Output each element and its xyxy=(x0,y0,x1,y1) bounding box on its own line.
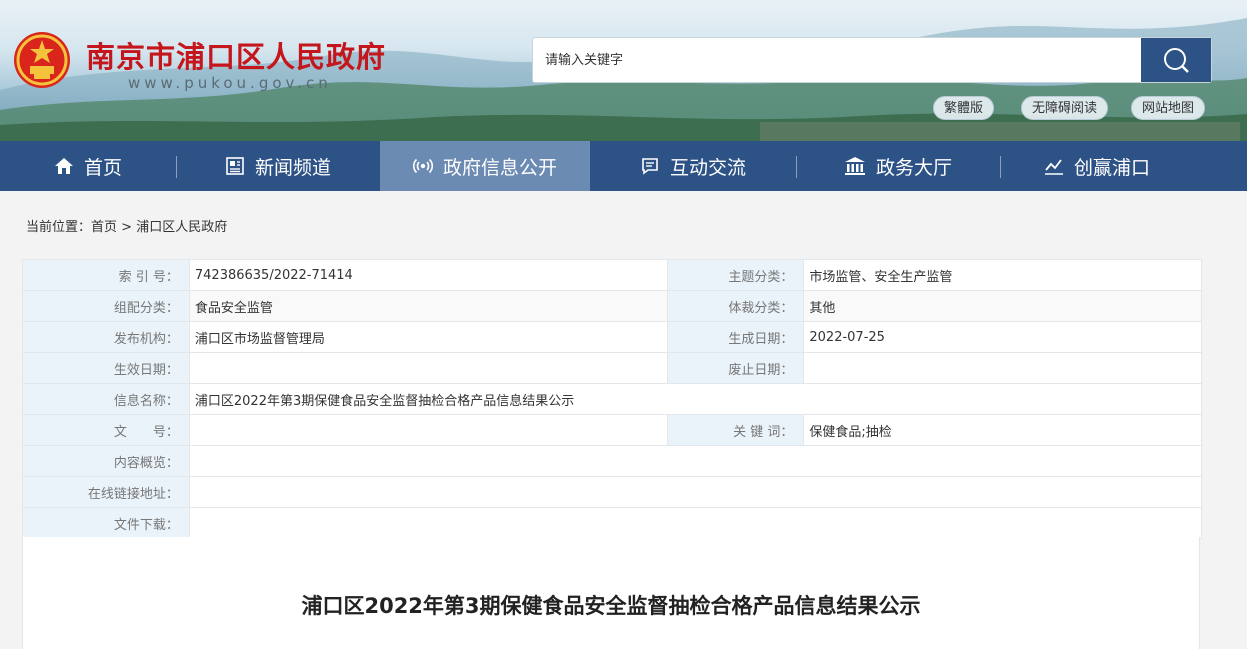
created-date-label: 生成日期： xyxy=(667,321,805,353)
nav-item-gov-info[interactable]: 政府信息公开 xyxy=(380,141,590,191)
index-label: 索 引 号： xyxy=(22,259,190,291)
nav-item-label: 互动交流 xyxy=(669,156,746,179)
nav-divider xyxy=(796,156,797,178)
search-icon xyxy=(1164,48,1189,73)
nav-item-label: 首页 xyxy=(83,156,122,179)
online-link-label: 在线链接地址： xyxy=(22,476,190,508)
info-name-value: 浦口区2022年第3期保健食品安全监督抽检合格产品信息结果公示 xyxy=(188,383,1203,415)
expire-date-label: 废止日期： xyxy=(667,352,805,384)
home-icon xyxy=(54,156,74,176)
article-content: 浦口区2022年第3期保健食品安全监督抽检合格产品信息结果公示 xyxy=(22,537,1200,649)
nav-item-interaction[interactable]: 互动交流 xyxy=(590,141,796,191)
genre-label: 体裁分类： xyxy=(667,290,805,322)
summary-value xyxy=(188,445,1203,477)
search-box xyxy=(532,37,1212,83)
site-title: 南京市浦口区人民政府 xyxy=(86,40,387,74)
traditional-chinese-link[interactable]: 繁體版 xyxy=(933,96,995,120)
nav-item-label: 新闻频道 xyxy=(254,156,331,179)
file-download-label: 文件下载： xyxy=(22,507,190,539)
table-row: 内容概览： xyxy=(22,445,1203,477)
main-nav: 首页 新闻频道 政府信息公开 互动交流 政务大厅 创赢浦口 xyxy=(0,141,1247,191)
breadcrumb-current-link[interactable]: 浦口区人民政府 xyxy=(136,220,227,235)
publisher-label: 发布机构： xyxy=(22,321,190,353)
sitemap-link[interactable]: 网站地图 xyxy=(1131,96,1206,120)
article-title: 浦口区2022年第3期保健食品安全监督抽检合格产品信息结果公示 xyxy=(301,594,921,618)
nav-item-service-hall[interactable]: 政务大厅 xyxy=(796,141,1000,191)
doc-number-label: 文 号： xyxy=(22,414,190,446)
table-row: 组配分类： 食品安全监管 体裁分类： 其他 xyxy=(22,290,1202,322)
national-emblem-icon xyxy=(14,32,70,88)
effective-date-value xyxy=(188,352,669,384)
nav-item-home[interactable]: 首页 xyxy=(0,141,176,191)
topic-label: 主题分类： xyxy=(667,259,805,291)
newspaper-icon xyxy=(225,156,245,176)
table-row: 信息名称： 浦口区2022年第3期保健食品安全监督抽检合格产品信息结果公示 xyxy=(22,383,1203,415)
keywords-label: 关 键 词： xyxy=(667,414,805,446)
nav-divider xyxy=(176,156,177,178)
search-input[interactable] xyxy=(533,38,1141,82)
online-link-value[interactable] xyxy=(188,476,1203,508)
breadcrumb-separator: > xyxy=(121,220,133,235)
file-download-value[interactable] xyxy=(188,507,1203,539)
nav-item-label: 政府信息公开 xyxy=(442,156,557,179)
chart-icon xyxy=(1044,156,1064,176)
breadcrumb-prefix: 当前位置： xyxy=(26,220,92,235)
table-row: 文件下载： xyxy=(22,507,1203,539)
breadcrumb-home-link[interactable]: 首页 xyxy=(91,220,117,235)
topic-value: 市场监管、安全生产监管 xyxy=(803,259,1202,291)
header-banner: 南京市浦口区人民政府 www.pukou.gov.cn 繁體版 无障碍阅读 网站… xyxy=(0,0,1247,141)
chat-icon xyxy=(640,156,660,176)
genre-value: 其他 xyxy=(803,290,1202,322)
info-name-label: 信息名称： xyxy=(22,383,190,415)
table-row: 文 号： 关 键 词： 保健食品;抽检 xyxy=(22,414,1202,446)
site-url: www.pukou.gov.cn xyxy=(128,74,332,92)
table-row: 发布机构： 浦口区市场监督管理局 生成日期： 2022-07-25 xyxy=(22,321,1202,353)
nav-item-pukou[interactable]: 创赢浦口 xyxy=(1000,141,1247,191)
nav-divider xyxy=(1000,156,1001,178)
nav-item-label: 创赢浦口 xyxy=(1074,156,1151,179)
search-button[interactable] xyxy=(1141,38,1211,82)
breadcrumb: 当前位置：首页 > 浦口区人民政府 xyxy=(26,216,227,235)
summary-label: 内容概览： xyxy=(22,445,190,477)
nav-item-label: 政务大厅 xyxy=(875,156,952,179)
index-value: 742386635/2022-71414 xyxy=(188,259,669,291)
effective-date-label: 生效日期： xyxy=(22,352,190,384)
accessibility-link[interactable]: 无障碍阅读 xyxy=(1021,96,1109,120)
building-icon xyxy=(844,156,866,176)
created-date-value: 2022-07-25 xyxy=(803,321,1202,353)
keywords-value: 保健食品;抽检 xyxy=(803,414,1202,446)
broadcast-icon xyxy=(412,156,433,176)
document-info-table: 索 引 号： 742386635/2022-71414 主题分类： 市场监管、安… xyxy=(22,259,1203,539)
category-label: 组配分类： xyxy=(22,290,190,322)
nav-item-news[interactable]: 新闻频道 xyxy=(176,141,380,191)
category-value: 食品安全监管 xyxy=(188,290,669,322)
table-row: 索 引 号： 742386635/2022-71414 主题分类： 市场监管、安… xyxy=(22,259,1202,291)
publisher-value: 浦口区市场监督管理局 xyxy=(188,321,669,353)
expire-date-value xyxy=(803,352,1202,384)
doc-number-value xyxy=(188,414,669,446)
table-row: 生效日期： 废止日期： xyxy=(22,352,1202,384)
table-row: 在线链接地址： xyxy=(22,476,1203,508)
